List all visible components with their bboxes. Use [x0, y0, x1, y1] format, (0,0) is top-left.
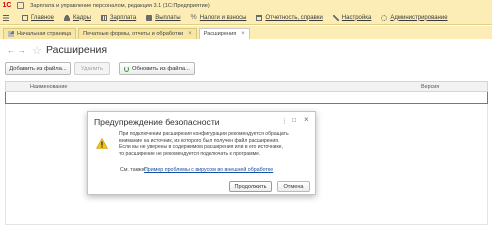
window-menu-icon[interactable] [17, 2, 24, 9]
open-windows-tabs: Начальная страница Печатные формы, отчет… [0, 26, 492, 39]
people-icon [63, 14, 70, 21]
menu-burger[interactable] [3, 14, 12, 21]
menu-item-admin[interactable]: Администрирование [381, 14, 448, 21]
dialog-message: При подключении расширения конфигурации … [119, 131, 289, 157]
virus-example-link[interactable]: Пример проблемы с вирусом во внешней обр… [144, 167, 273, 173]
see-also-label: См. также: [120, 167, 147, 173]
more-actions-icon[interactable]: ⋮ [281, 117, 288, 125]
menu-item-hr[interactable]: Кадры [63, 14, 91, 21]
security-warning-dialog: Предупреждение безопасности ⋮ □ × При по… [87, 111, 316, 195]
tab-extensions[interactable]: Расширения × [198, 28, 250, 39]
menu-item-payments[interactable]: Выплаты [146, 14, 181, 21]
dialog-title: Предупреждение безопасности [94, 117, 220, 127]
maximize-icon[interactable]: □ [292, 117, 296, 124]
title-bar: 1С Зарплата и управление персоналом, ред… [0, 0, 492, 11]
percent-icon: % [190, 13, 197, 21]
home-icon [8, 31, 14, 37]
menu-item-taxes[interactable]: % Налоги и взносы [190, 13, 247, 21]
column-version-header[interactable]: Версия [421, 84, 439, 90]
warning-icon [96, 138, 108, 149]
table-row[interactable] [5, 92, 488, 104]
delete-button[interactable]: Удалить [74, 62, 110, 75]
calculator-icon [100, 14, 107, 21]
page-title: Расширения [46, 44, 108, 56]
burger-menu-icon[interactable] [3, 14, 9, 21]
favorite-star-icon[interactable]: ☆ [32, 44, 42, 57]
menu-item-settings[interactable]: Настройка [332, 14, 371, 21]
sections-menu: Главное Кадры Зарплата Выплаты % Налоги и… [0, 11, 492, 25]
tab-print-forms[interactable]: Печатные формы, отчеты и обработки × [78, 28, 197, 39]
close-icon[interactable]: × [304, 115, 309, 124]
menu-item-reports[interactable]: Отчетность, справки [256, 14, 323, 21]
app-logo: 1С [2, 2, 12, 9]
window-title: Зарплата и управление персоналом, редакц… [30, 2, 210, 9]
update-from-file-button[interactable]: Обновить из файла... [119, 62, 195, 75]
cancel-button[interactable]: Отмена [277, 181, 310, 192]
close-tab-icon[interactable]: × [241, 31, 245, 37]
gear-icon [381, 14, 388, 21]
cash-icon [146, 14, 153, 21]
close-tab-icon[interactable]: × [188, 31, 192, 37]
add-from-file-button[interactable]: Добавить из файла... [5, 62, 71, 75]
report-icon [256, 14, 263, 21]
wrench-icon [332, 14, 339, 21]
table-header: Наименование Версия [5, 81, 488, 92]
continue-button[interactable]: Продолжить [229, 181, 272, 192]
refresh-icon [124, 65, 129, 72]
column-name-header[interactable]: Наименование [30, 84, 67, 90]
forward-arrow-icon[interactable]: → [18, 46, 26, 55]
tab-home[interactable]: Начальная страница [3, 28, 77, 39]
menu-item-salary[interactable]: Зарплата [100, 14, 136, 21]
back-arrow-icon[interactable]: ← [7, 46, 15, 55]
menu-item-main[interactable]: Главное [22, 14, 54, 21]
list-icon [22, 14, 28, 21]
